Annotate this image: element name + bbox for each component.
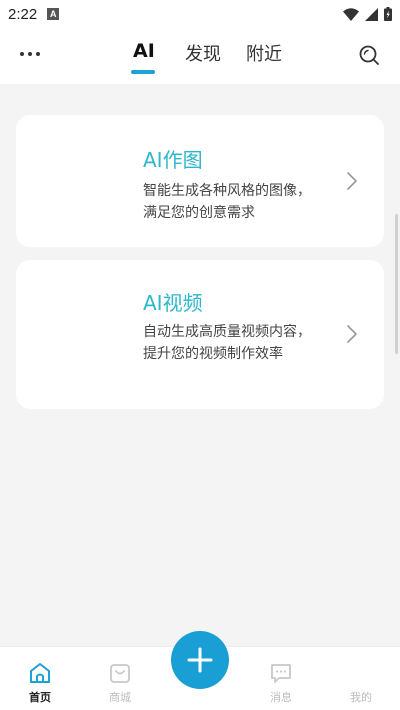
card-title: AI视频 bbox=[143, 291, 203, 315]
signal-icon bbox=[365, 7, 378, 21]
status-time: 2:22 bbox=[8, 5, 38, 23]
wifi-icon bbox=[343, 7, 359, 21]
nav-home-label: 首页 bbox=[29, 691, 51, 704]
tab-bar: AI 发现 附近 bbox=[0, 28, 400, 84]
nav-mall-label: 商城 bbox=[109, 691, 131, 704]
search-icon[interactable] bbox=[358, 44, 380, 66]
scrollbar[interactable] bbox=[395, 214, 398, 354]
shopping-bag-icon bbox=[110, 664, 130, 683]
tab-nearby[interactable]: 附近 bbox=[246, 40, 282, 66]
create-fab-button[interactable] bbox=[171, 631, 229, 689]
top-nav: AI 发现 附近 bbox=[0, 28, 400, 84]
chevron-right-icon bbox=[347, 325, 357, 343]
battery-icon bbox=[384, 7, 392, 21]
nav-mall[interactable]: 商城 bbox=[90, 647, 150, 710]
plus-icon bbox=[187, 647, 213, 673]
main-content: AI作图 智能生成各种风格的图像，满足您的创意需求 AI视频 自动生成高质量视频… bbox=[0, 84, 400, 646]
message-icon bbox=[271, 664, 291, 683]
active-tab-indicator bbox=[131, 70, 155, 74]
ai-drawing-card[interactable]: AI作图 智能生成各种风格的图像，满足您的创意需求 bbox=[16, 115, 384, 247]
nav-messages-label: 消息 bbox=[270, 691, 292, 704]
card-description: 自动生成高质量视频内容，提升您的视频制作效率 bbox=[143, 324, 311, 362]
card-title: AI作图 bbox=[143, 148, 203, 172]
tab-ai[interactable]: AI bbox=[133, 40, 155, 62]
chevron-right-icon bbox=[347, 172, 357, 190]
status-icons bbox=[343, 7, 392, 21]
card-description: 智能生成各种风格的图像，满足您的创意需求 bbox=[143, 183, 311, 221]
notification-badge: A bbox=[47, 8, 60, 20]
ai-video-card[interactable]: AI视频 自动生成高质量视频内容，提升您的视频制作效率 bbox=[16, 260, 384, 409]
nav-home[interactable]: 首页 bbox=[10, 647, 70, 710]
status-bar: 2:22 A bbox=[0, 0, 400, 28]
nav-profile[interactable]: 我的 bbox=[331, 647, 391, 710]
nav-profile-label: 我的 bbox=[350, 691, 372, 704]
home-icon bbox=[30, 663, 50, 683]
nav-messages[interactable]: 消息 bbox=[251, 647, 311, 710]
tab-discover[interactable]: 发现 bbox=[185, 40, 221, 66]
